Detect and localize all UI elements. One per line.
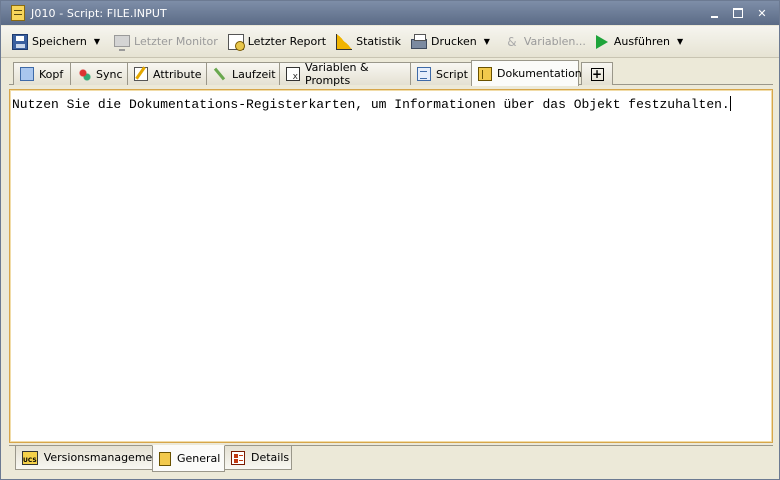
close-icon[interactable]: ✕ [755,6,769,20]
save-button[interactable]: Speichern ▼ [9,30,107,54]
toolbar: Speichern ▼ Letzter Monitor Letzter Repo… [1,26,779,58]
ucs-icon: UCS [22,450,38,465]
minimize-icon[interactable] [707,6,721,20]
script-document-icon [11,5,25,21]
statistics-chart-icon [336,33,353,50]
execute-dropdown-chevron-icon[interactable]: ▼ [677,37,683,46]
execute-button[interactable]: Ausführen ▼ [593,30,690,54]
maximize-icon[interactable] [731,6,745,20]
variables-button[interactable]: & Variablen... [501,30,589,54]
printer-icon [411,33,427,49]
text-cursor [729,96,731,111]
add-tab-button[interactable]: + [581,62,613,85]
window-controls: ✕ [707,6,769,20]
variables-prompts-icon [286,67,300,82]
play-icon [595,34,608,49]
documentation-text: Nutzen Sie die Dokumentations-Registerka… [12,97,730,112]
plus-icon: + [590,66,604,81]
tab-versionsmanagement[interactable]: UCS Versionsmanagement [15,446,164,470]
tab-dokumentation[interactable]: Dokumentation [471,60,582,86]
variables-icon: & [507,34,517,49]
sync-icon [77,67,91,81]
general-icon [159,451,171,466]
floppy-disk-icon [12,33,28,50]
bottom-tab-strip: UCS Versionsmanagement General Details [9,445,773,473]
window-title: J010 - Script: FILE.INPUT [31,6,167,20]
documentation-editor-panel[interactable]: Nutzen Sie die Dokumentations-Registerka… [9,89,773,443]
tab-details[interactable]: Details [224,446,292,470]
statistics-button[interactable]: Statistik [333,30,404,54]
attributes-icon [134,67,148,81]
last-monitor-button[interactable]: Letzter Monitor [111,30,221,54]
tab-variablen-prompts[interactable]: Variablen & Prompts [279,61,411,87]
tab-laufzeit[interactable]: Laufzeit [206,62,280,85]
title-bar[interactable]: J010 - Script: FILE.INPUT ✕ [1,1,779,25]
tab-script[interactable]: Script [410,62,472,85]
print-button[interactable]: Drucken ▼ [408,30,497,54]
monitor-icon [114,34,131,51]
script-window: J010 - Script: FILE.INPUT ✕ Speichern ▼ … [0,0,780,480]
object-tab-strip: Kopf Sync Attribute Laufzeit Variablen &… [9,60,773,87]
tab-attribute[interactable]: Attribute [127,62,207,85]
tab-kopf[interactable]: Kopf [13,62,71,85]
tab-sync[interactable]: Sync [70,62,128,85]
details-icon [231,450,245,465]
documentation-text-area[interactable]: Nutzen Sie die Dokumentations-Registerka… [12,96,731,112]
documentation-icon [478,66,492,81]
script-icon [417,67,431,81]
runtime-icon [213,67,227,81]
tab-general[interactable]: General [152,445,225,472]
print-dropdown-chevron-icon[interactable]: ▼ [484,37,490,46]
last-report-button[interactable]: Letzter Report [225,30,329,54]
save-dropdown-chevron-icon[interactable]: ▼ [94,37,100,46]
header-icon [20,67,34,81]
report-clock-icon [227,33,245,51]
